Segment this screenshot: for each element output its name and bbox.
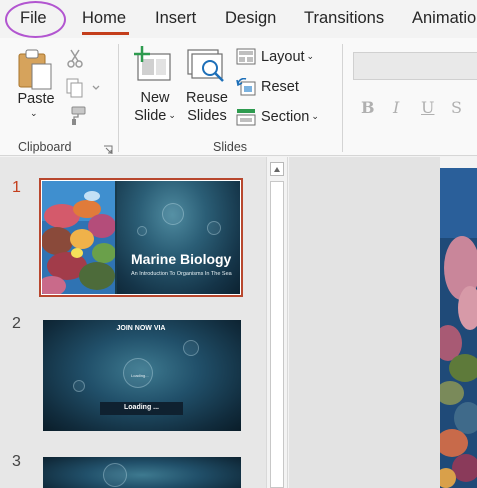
cut-icon[interactable] [65,48,85,73]
new-slide-button[interactable]: New Slide ⌄ [131,89,179,126]
slide-number-2: 2 [12,315,21,332]
ribbon-tabs: File Home Insert Design Transitions Anim… [0,0,477,38]
slide-2-loading-bar: Loading ... [100,402,183,415]
new-slide-label-line1: New [140,90,170,106]
slide-1-subtitle: An Introduction To Organisms In The Sea [131,271,232,277]
scroll-up-arrow-icon[interactable] [270,162,284,176]
reset-button[interactable]: Reset [261,79,299,95]
clipboard-group-label: Clipboard [18,140,72,154]
tab-home[interactable]: Home [82,9,126,28]
active-tab-indicator [82,32,129,35]
paste-label[interactable]: Paste [14,90,58,108]
bubble [207,221,221,235]
underline-button[interactable]: U [421,98,434,117]
reuse-slides-button[interactable]: Reuse Slides [184,89,230,125]
main-slide-canvas[interactable] [440,168,477,488]
reuse-slides-label-line2: Slides [187,108,227,124]
layout-icon[interactable] [236,48,256,71]
section-icon[interactable] [236,108,256,131]
new-slide-icon[interactable] [133,46,173,87]
coral-reef-image [440,168,477,488]
slide-number-1: 1 [12,179,21,196]
tab-insert[interactable]: Insert [155,9,196,28]
strikethrough-button[interactable]: S [451,98,462,117]
scrollbar-thumb[interactable] [270,181,284,488]
bubble [103,463,127,487]
slide-thumbnail-2[interactable]: JOIN NOW VIA Loading... Loading ... [43,320,241,431]
section-button[interactable]: Section ⌄ [261,109,319,125]
chevron-down-icon: ⌄ [168,110,176,120]
bubble [183,340,199,356]
bubble [137,226,147,236]
slides-group-label: Slides [213,140,248,154]
paste-chevron-down-icon[interactable]: ⌄ [30,108,38,119]
chevron-down-icon: ⌄ [306,51,315,61]
slide-thumbnails-pane: 1 Marine Biology An Introduction To Orga… [0,157,266,488]
bubble [73,380,85,392]
reuse-slides-label-line1: Reuse [186,90,228,106]
coral-reef-image [42,181,116,294]
tab-animations[interactable]: Animatio [412,9,476,28]
file-tab-highlight-circle [5,1,66,38]
slide-2-title: JOIN NOW VIA [116,325,166,332]
title-background [117,181,240,294]
ribbon: Paste ⌄ Clipboard New Slide ⌄ Reuse Slid… [0,38,477,156]
tab-design[interactable]: Design [225,9,276,28]
thumbnails-scrollbar[interactable] [266,157,288,488]
tab-transitions[interactable]: Transitions [304,9,384,28]
group-divider [118,44,119,152]
group-divider [342,44,343,152]
reuse-slides-icon[interactable] [186,48,228,91]
format-painter-icon[interactable] [65,106,87,131]
slide-2-loading-bar-text: Loading ... [124,404,159,411]
slide-thumbnail-3[interactable] [43,457,241,488]
copy-icon[interactable] [65,78,101,103]
layout-button[interactable]: Layout ⌄ [261,49,314,65]
slide-thumbnail-1[interactable]: Marine Biology An Introduction To Organi… [39,178,243,297]
slide-2-loading-text: Loading... [131,373,149,378]
bubble [162,203,184,225]
slide-editing-area-background [289,157,440,488]
reset-icon[interactable] [236,77,256,101]
layout-label: Layout [261,49,305,65]
bold-button[interactable]: B [361,98,375,117]
paste-icon [18,49,52,90]
font-name-combobox[interactable] [353,52,477,80]
new-slide-label-line2: Slide [134,108,167,124]
italic-button[interactable]: I [393,98,399,117]
section-label: Section [261,109,310,125]
slide-1-title: Marine Biology [131,251,232,267]
slide-number-3: 3 [12,453,21,470]
chevron-down-icon: ⌄ [311,111,319,121]
